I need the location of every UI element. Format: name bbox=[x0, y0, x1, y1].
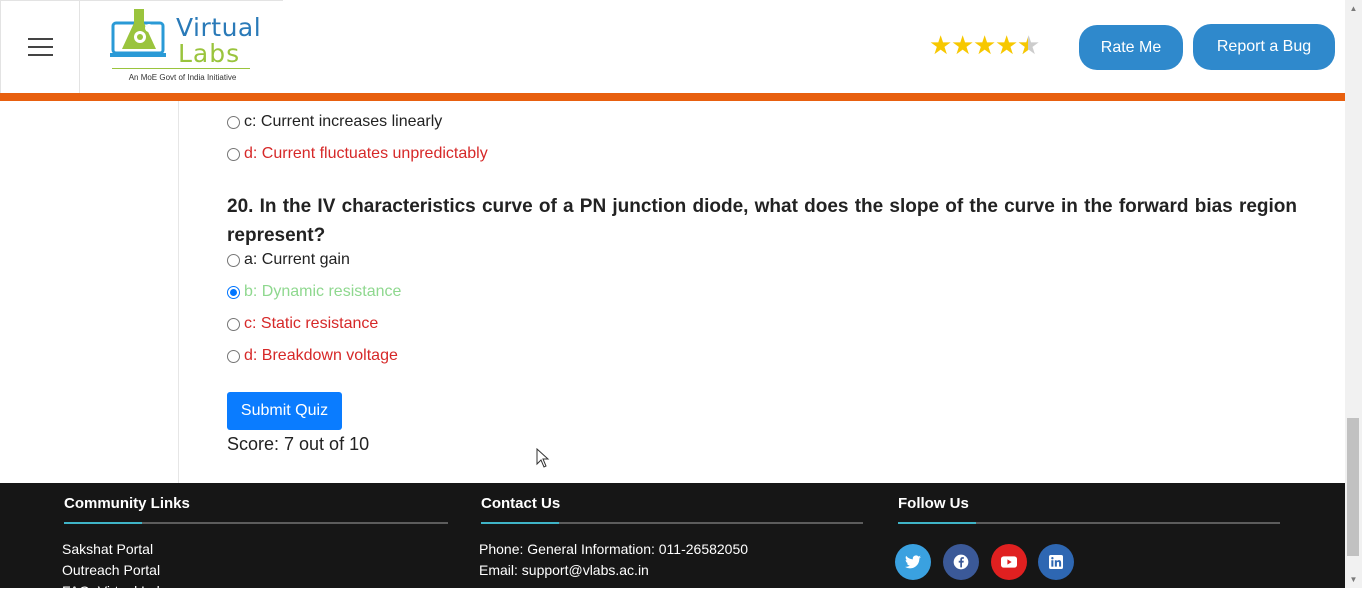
sakshat-portal-link[interactable]: Sakshat Portal bbox=[62, 541, 153, 557]
mouse-cursor-icon bbox=[536, 448, 550, 468]
option-label: d: Breakdown voltage bbox=[244, 347, 398, 364]
half-star-icon: ★ bbox=[1017, 31, 1040, 59]
linkedin-icon[interactable] bbox=[1038, 544, 1074, 580]
logo-tagline: An MoE Govt of India Initiative bbox=[128, 73, 237, 82]
facebook-icon[interactable] bbox=[943, 544, 979, 580]
option-label: b: Dynamic resistance bbox=[244, 283, 402, 300]
section-rule bbox=[64, 522, 448, 524]
faq-link[interactable]: FAQ: Virtual Labs bbox=[62, 583, 171, 599]
hamburger-icon bbox=[27, 32, 53, 62]
option-label: c: Current increases linearly bbox=[244, 113, 443, 130]
star-icon: ★ bbox=[995, 30, 1019, 60]
twitter-icon[interactable] bbox=[895, 544, 931, 580]
radio-button[interactable] bbox=[227, 349, 240, 363]
contact-phone: Phone: General Information: 011-26582050 bbox=[479, 541, 749, 557]
rate-me-button[interactable]: Rate Me bbox=[1079, 25, 1183, 70]
scroll-down-arrow-icon[interactable]: ▼ bbox=[1345, 571, 1362, 588]
virtual-labs-logo[interactable]: Virtual Labs An MoE Govt of India Initia… bbox=[80, 0, 283, 93]
quiz-option[interactable]: c: Current increases linearly bbox=[227, 112, 442, 132]
radio-button[interactable] bbox=[227, 147, 240, 161]
hamburger-menu-button[interactable] bbox=[0, 0, 80, 93]
section-rule bbox=[481, 522, 863, 524]
quiz-option[interactable]: d: Current fluctuates unpredictably bbox=[227, 144, 488, 164]
follow-us-heading: Follow Us bbox=[898, 495, 969, 512]
report-bug-button[interactable]: Report a Bug bbox=[1193, 24, 1335, 70]
star-icon: ★ bbox=[929, 30, 953, 60]
lab-flask-icon bbox=[110, 9, 166, 57]
score-text: Score: 7 out of 10 bbox=[227, 434, 370, 454]
radio-button[interactable] bbox=[227, 253, 240, 267]
page-scrollbar[interactable]: ▲ ▼ bbox=[1345, 0, 1362, 588]
radio-button[interactable] bbox=[227, 115, 240, 129]
logo-divider bbox=[112, 68, 250, 69]
section-rule bbox=[898, 522, 1280, 524]
contact-email-link[interactable]: Email: support@vlabs.ac.in bbox=[479, 562, 649, 578]
header-accent-bar bbox=[0, 93, 1345, 101]
radio-button[interactable] bbox=[227, 317, 240, 331]
quiz-option[interactable]: d: Breakdown voltage bbox=[227, 346, 398, 366]
site-footer: Community Links Sakshat Portal Outreach … bbox=[0, 483, 1345, 599]
option-label: c: Static resistance bbox=[244, 315, 379, 332]
youtube-icon[interactable] bbox=[991, 544, 1027, 580]
quiz-option[interactable]: a: Current gain bbox=[227, 250, 350, 270]
submit-quiz-button[interactable]: Submit Quiz bbox=[227, 392, 342, 430]
option-label: d: Current fluctuates unpredictably bbox=[244, 145, 488, 162]
scrollbar-thumb[interactable] bbox=[1347, 418, 1359, 556]
site-header: Virtual Labs An MoE Govt of India Initia… bbox=[0, 0, 1345, 93]
quiz-option[interactable]: b: Dynamic resistance bbox=[227, 282, 401, 302]
community-links-heading: Community Links bbox=[64, 495, 190, 512]
star-icon: ★ bbox=[951, 30, 975, 60]
quiz-option[interactable]: c: Static resistance bbox=[227, 314, 378, 334]
scroll-up-arrow-icon[interactable]: ▲ bbox=[1345, 0, 1362, 17]
sidebar-divider bbox=[178, 101, 179, 483]
rating-stars[interactable]: ★ ★ ★ ★ ★ bbox=[929, 30, 1040, 60]
outreach-portal-link[interactable]: Outreach Portal bbox=[62, 562, 160, 578]
question-text: 20. In the IV characteristics curve of a… bbox=[227, 196, 1297, 246]
star-icon: ★ bbox=[973, 30, 997, 60]
option-label: a: Current gain bbox=[244, 251, 350, 268]
logo-text-virtual: Virtual bbox=[176, 13, 262, 42]
radio-button-selected[interactable] bbox=[227, 285, 240, 299]
logo-text-labs: Labs bbox=[178, 39, 241, 68]
contact-us-heading: Contact Us bbox=[481, 495, 561, 512]
